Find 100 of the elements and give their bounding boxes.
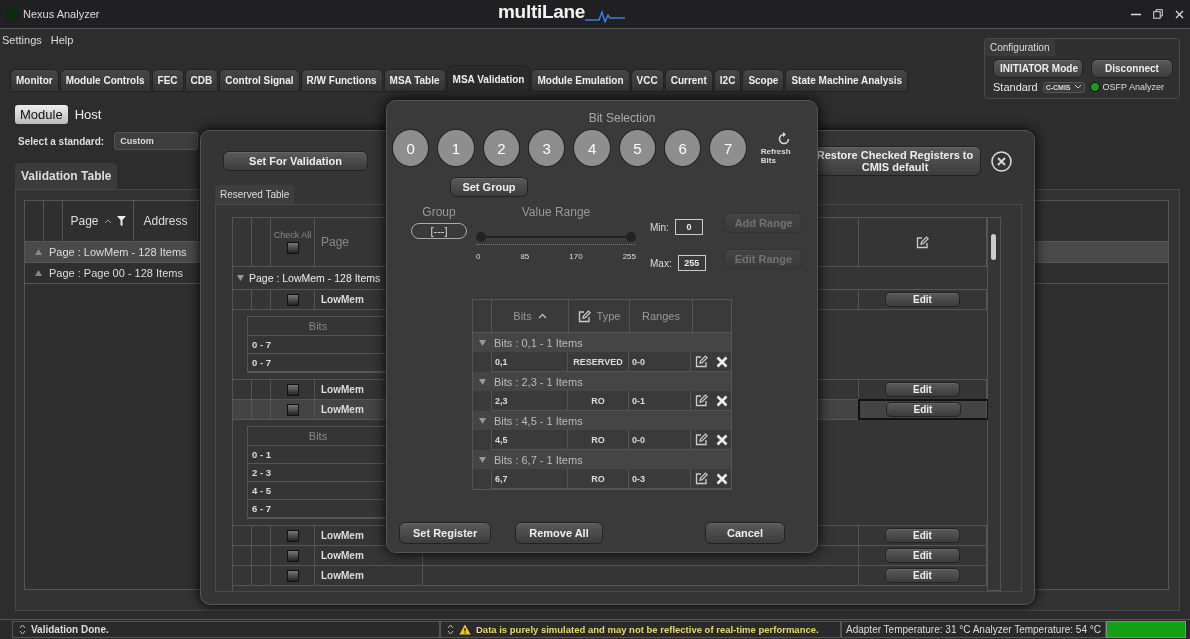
column-header[interactable]: Bits xyxy=(308,320,328,332)
page-cell: LowMem xyxy=(321,530,364,541)
warning-icon xyxy=(459,624,471,635)
tab[interactable]: MSA Validation xyxy=(446,65,531,92)
checkbox[interactable] xyxy=(286,529,299,542)
menu-item[interactable]: Settings xyxy=(2,34,42,46)
group-label: Bits : 4,5 - 1 Items xyxy=(494,414,583,427)
bits-cell: 0 - 7 xyxy=(252,357,271,368)
collapse-icon[interactable] xyxy=(479,339,486,346)
tab[interactable]: Control Signal xyxy=(219,69,300,92)
checkbox[interactable] xyxy=(286,383,299,396)
set-group-button[interactable]: Set Group xyxy=(450,177,528,197)
delete-icon[interactable] xyxy=(715,394,728,407)
collapse-icon[interactable] xyxy=(479,417,486,424)
updown-icon xyxy=(19,624,26,635)
edit-button[interactable]: Edit xyxy=(885,548,960,563)
group-label: Bits : 0,1 - 1 Items xyxy=(494,336,583,349)
checkbox[interactable] xyxy=(286,403,299,416)
check-all-checkbox[interactable] xyxy=(286,242,299,254)
table-row[interactable]: LowMem Edit xyxy=(233,566,987,586)
mode-button[interactable]: Disconnect xyxy=(1091,59,1173,78)
set-validation-button[interactable]: Set For Validation xyxy=(223,151,368,171)
tab[interactable]: Module Emulation xyxy=(531,69,630,92)
checkbox[interactable] xyxy=(286,569,299,582)
chevron-icon xyxy=(1073,84,1082,90)
filter-icon[interactable] xyxy=(116,216,126,226)
expand-icon[interactable] xyxy=(35,249,42,255)
sort-icon[interactable] xyxy=(103,218,112,224)
status-text: Validation Done. xyxy=(31,624,109,635)
tab[interactable]: State Machine Analysis xyxy=(785,69,909,92)
standard-dropdown[interactable]: Custom xyxy=(114,132,199,150)
delete-icon[interactable] xyxy=(715,433,728,446)
toggle-button[interactable]: Host xyxy=(69,105,107,124)
column-header[interactable]: Ranges xyxy=(642,310,680,322)
cancel-button[interactable]: Cancel xyxy=(705,522,785,544)
expand-icon[interactable] xyxy=(35,270,42,276)
checkbox[interactable] xyxy=(286,293,299,306)
set-register-button[interactable]: Set Register xyxy=(399,522,492,544)
range-slider[interactable] xyxy=(476,232,636,242)
table-tab[interactable]: Reserved Table xyxy=(215,185,295,204)
type-cell: RO xyxy=(591,395,605,406)
column-header[interactable]: Bits xyxy=(308,430,328,442)
edit-icon[interactable] xyxy=(694,355,708,368)
column-header[interactable]: Page xyxy=(70,214,99,228)
max-field[interactable]: 255 xyxy=(677,255,706,271)
edit-button[interactable]: Edit xyxy=(885,568,960,583)
column-header[interactable]: Address xyxy=(143,214,188,228)
page-cell: LowMem xyxy=(321,294,364,305)
range-cell: 0-1 xyxy=(632,395,645,406)
tab[interactable]: MSA Table xyxy=(383,69,446,92)
edit-button[interactable]: Edit xyxy=(885,382,960,397)
tick-label: 170 xyxy=(569,252,583,261)
edit-icon[interactable] xyxy=(577,309,591,323)
restore-icon[interactable] xyxy=(1153,9,1163,19)
tab[interactable]: Monitor xyxy=(10,69,59,92)
tab[interactable]: I2C xyxy=(713,69,742,92)
bits-cell: 0 - 1 xyxy=(252,449,271,460)
edit-button[interactable]: Edit xyxy=(885,292,960,307)
tab[interactable]: Current xyxy=(664,69,713,92)
refresh-icon xyxy=(776,131,791,146)
collapse-icon[interactable] xyxy=(237,275,244,281)
tick-label: 255 xyxy=(622,252,636,261)
tab[interactable]: R/W Functions xyxy=(300,69,383,92)
tab[interactable]: VCC xyxy=(630,69,664,92)
collapse-icon[interactable] xyxy=(479,456,486,463)
min-field[interactable]: 0 xyxy=(674,219,703,235)
checkbox[interactable] xyxy=(286,549,299,562)
edit-icon[interactable] xyxy=(694,394,708,407)
tick-label: 85 xyxy=(520,252,530,261)
column-header[interactable]: Bits xyxy=(513,310,532,322)
sort-icon[interactable] xyxy=(537,313,547,319)
toggle-button[interactable]: Module xyxy=(15,105,68,124)
refresh-button[interactable]: Refresh Bits xyxy=(760,131,807,165)
close-icon[interactable] xyxy=(1175,9,1184,19)
edit-button[interactable]: Edit xyxy=(885,402,961,417)
collapse-icon[interactable] xyxy=(479,378,486,385)
edit-icon[interactable] xyxy=(694,472,708,485)
edit-icon[interactable] xyxy=(694,433,708,446)
max-label: Max: xyxy=(650,257,672,269)
tab[interactable]: Scope xyxy=(742,69,785,92)
close-icon[interactable] xyxy=(991,150,1012,172)
edit-button[interactable]: Edit xyxy=(885,528,960,543)
menu-item[interactable]: Help xyxy=(50,34,74,46)
mode-button[interactable]: INITIATOR Mode xyxy=(993,59,1083,78)
tab[interactable]: Module Controls xyxy=(59,69,151,92)
scrollbar[interactable] xyxy=(988,217,1001,591)
range-cell: 0-0 xyxy=(632,434,645,445)
tab[interactable]: FEC xyxy=(151,69,184,92)
type-cell: RO xyxy=(591,434,605,445)
delete-icon[interactable] xyxy=(715,472,728,485)
edit-icon[interactable] xyxy=(916,235,929,249)
group-label: Page : LowMem - 128 Items xyxy=(49,246,187,258)
group-label: Page : LowMem - 128 Items xyxy=(249,272,381,284)
tab[interactable]: CDB xyxy=(184,69,219,92)
column-header[interactable]: Type xyxy=(596,310,621,322)
remove-all-button[interactable]: Remove All xyxy=(515,522,603,544)
updown-icon xyxy=(447,624,454,635)
wave-icon xyxy=(585,9,626,23)
window-title: Nexus Analyzer xyxy=(23,8,100,20)
delete-icon[interactable] xyxy=(715,355,728,368)
